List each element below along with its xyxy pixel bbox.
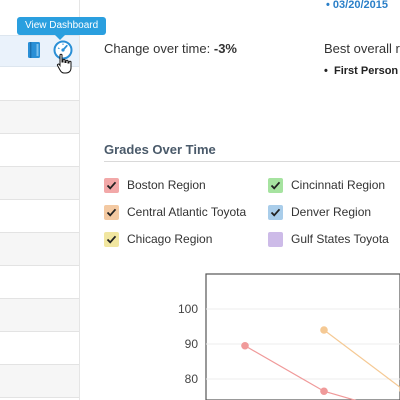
table-row[interactable]	[0, 365, 79, 397]
row-divider	[0, 265, 79, 266]
y-tick-label: 90	[185, 337, 199, 351]
best-overall-label: Best overall r	[324, 41, 400, 56]
checkmark-icon	[106, 235, 117, 244]
data-point[interactable]	[320, 326, 328, 334]
date-value[interactable]: 03/20/2015	[333, 0, 388, 11]
checkmark-icon	[270, 181, 281, 190]
change-value: -3%	[213, 41, 237, 56]
left-panel: View Dashboard	[0, 0, 107, 400]
row-divider	[0, 397, 79, 398]
legend-item-gulf-states-toyota[interactable]: Gulf States Toyota	[268, 231, 389, 247]
legend-checkbox[interactable]	[268, 231, 283, 247]
best-overall-item: • First Person	[324, 65, 399, 77]
data-point[interactable]	[241, 341, 249, 350]
checkmark-icon	[106, 181, 117, 190]
book-icon[interactable]	[27, 41, 41, 59]
table-row[interactable]	[0, 101, 79, 133]
change-label: Change over time:	[104, 41, 211, 56]
date-bullet: • 03/20/2015	[326, 0, 388, 11]
legend-label: Gulf States Toyota	[291, 232, 389, 246]
legend-item-denver-region[interactable]: Denver Region	[268, 204, 371, 220]
view-dashboard-tooltip: View Dashboard	[17, 17, 107, 40]
grades-chart-svg: 100 90 80	[178, 273, 400, 400]
legend-label: Chicago Region	[127, 232, 213, 246]
legend-checkbox[interactable]	[268, 177, 283, 193]
grades-over-time-title: Grades Over Time	[104, 142, 216, 157]
grades-over-time-chart: 100 90 80	[160, 265, 400, 400]
table-row[interactable]	[0, 167, 79, 199]
checkmark-icon	[106, 208, 117, 217]
row-divider	[0, 331, 79, 332]
legend-checkbox[interactable]	[104, 204, 119, 220]
y-tick-label: 100	[178, 302, 198, 316]
checkmark-icon	[270, 208, 281, 217]
plot-frame	[205, 273, 400, 400]
data-point[interactable]	[320, 387, 328, 396]
legend-item-central-atlantic-toyota[interactable]: Central Atlantic Toyota	[104, 204, 246, 220]
dashboard-gauge-icon[interactable]	[53, 40, 73, 60]
legend-label: Denver Region	[291, 205, 372, 219]
table-row[interactable]	[0, 233, 79, 265]
row-divider	[0, 199, 79, 200]
section-divider	[104, 161, 400, 162]
legend-label: Cincinnati Region	[291, 178, 386, 192]
y-tick-label: 80	[185, 372, 199, 386]
legend-label: Central Atlantic Toyota	[127, 205, 247, 219]
best-overall-item-label: First Person	[333, 65, 399, 77]
row-divider	[0, 133, 79, 134]
legend-label: Boston Region	[127, 178, 206, 192]
legend-item-chicago-region[interactable]: Chicago Region	[104, 231, 212, 247]
legend-item-boston-region[interactable]: Boston Region	[104, 177, 206, 193]
table-row[interactable]	[0, 299, 79, 331]
legend-checkbox[interactable]	[268, 204, 283, 220]
legend-checkbox[interactable]	[104, 177, 119, 193]
change-over-time: Change over time: -3%	[104, 41, 237, 56]
legend-checkbox[interactable]	[104, 231, 119, 247]
legend-item-cincinnati-region[interactable]: Cincinnati Region	[268, 177, 385, 193]
